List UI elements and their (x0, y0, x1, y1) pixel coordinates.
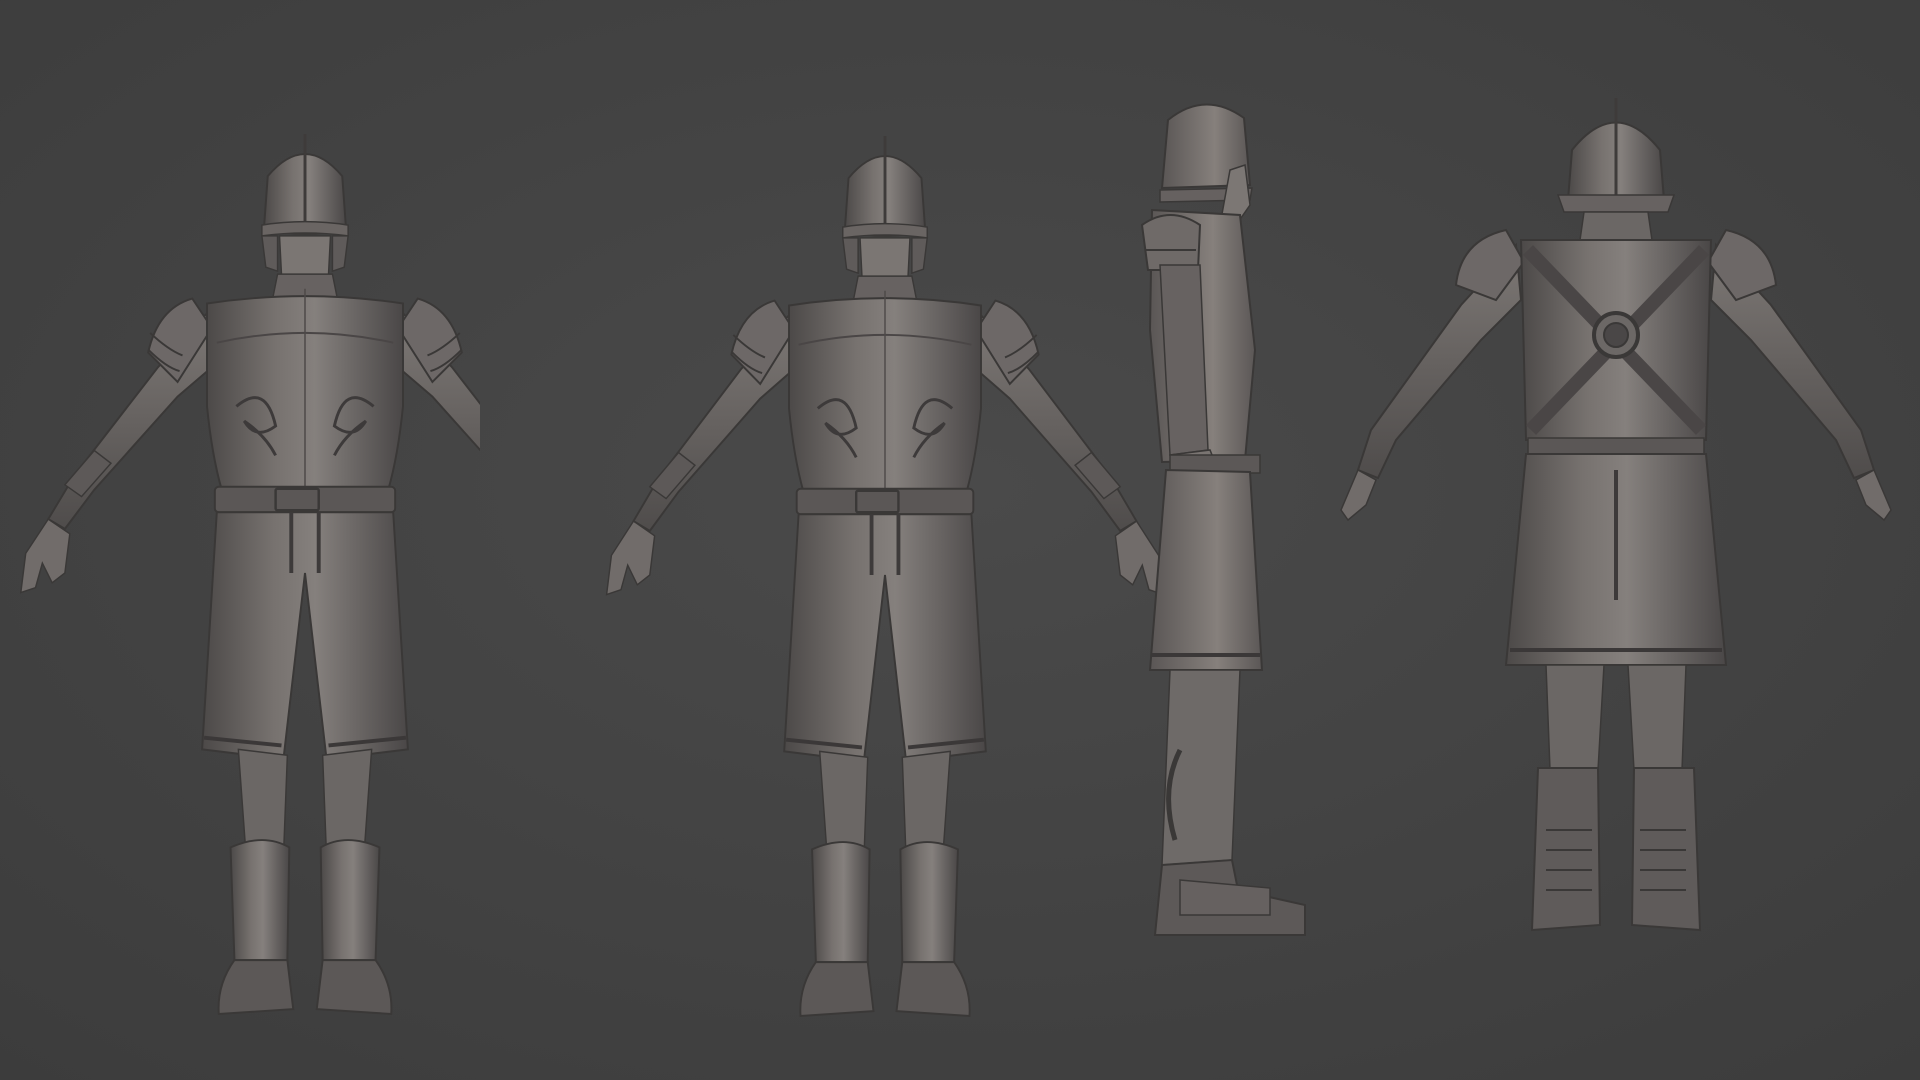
character-front-view (0, 0, 480, 1080)
character-back-view (1300, 0, 1920, 1080)
viewport-canvas[interactable] (0, 0, 1920, 1080)
character-side-view (1100, 0, 1330, 1080)
character-three-quarter-view (600, 0, 1160, 1080)
